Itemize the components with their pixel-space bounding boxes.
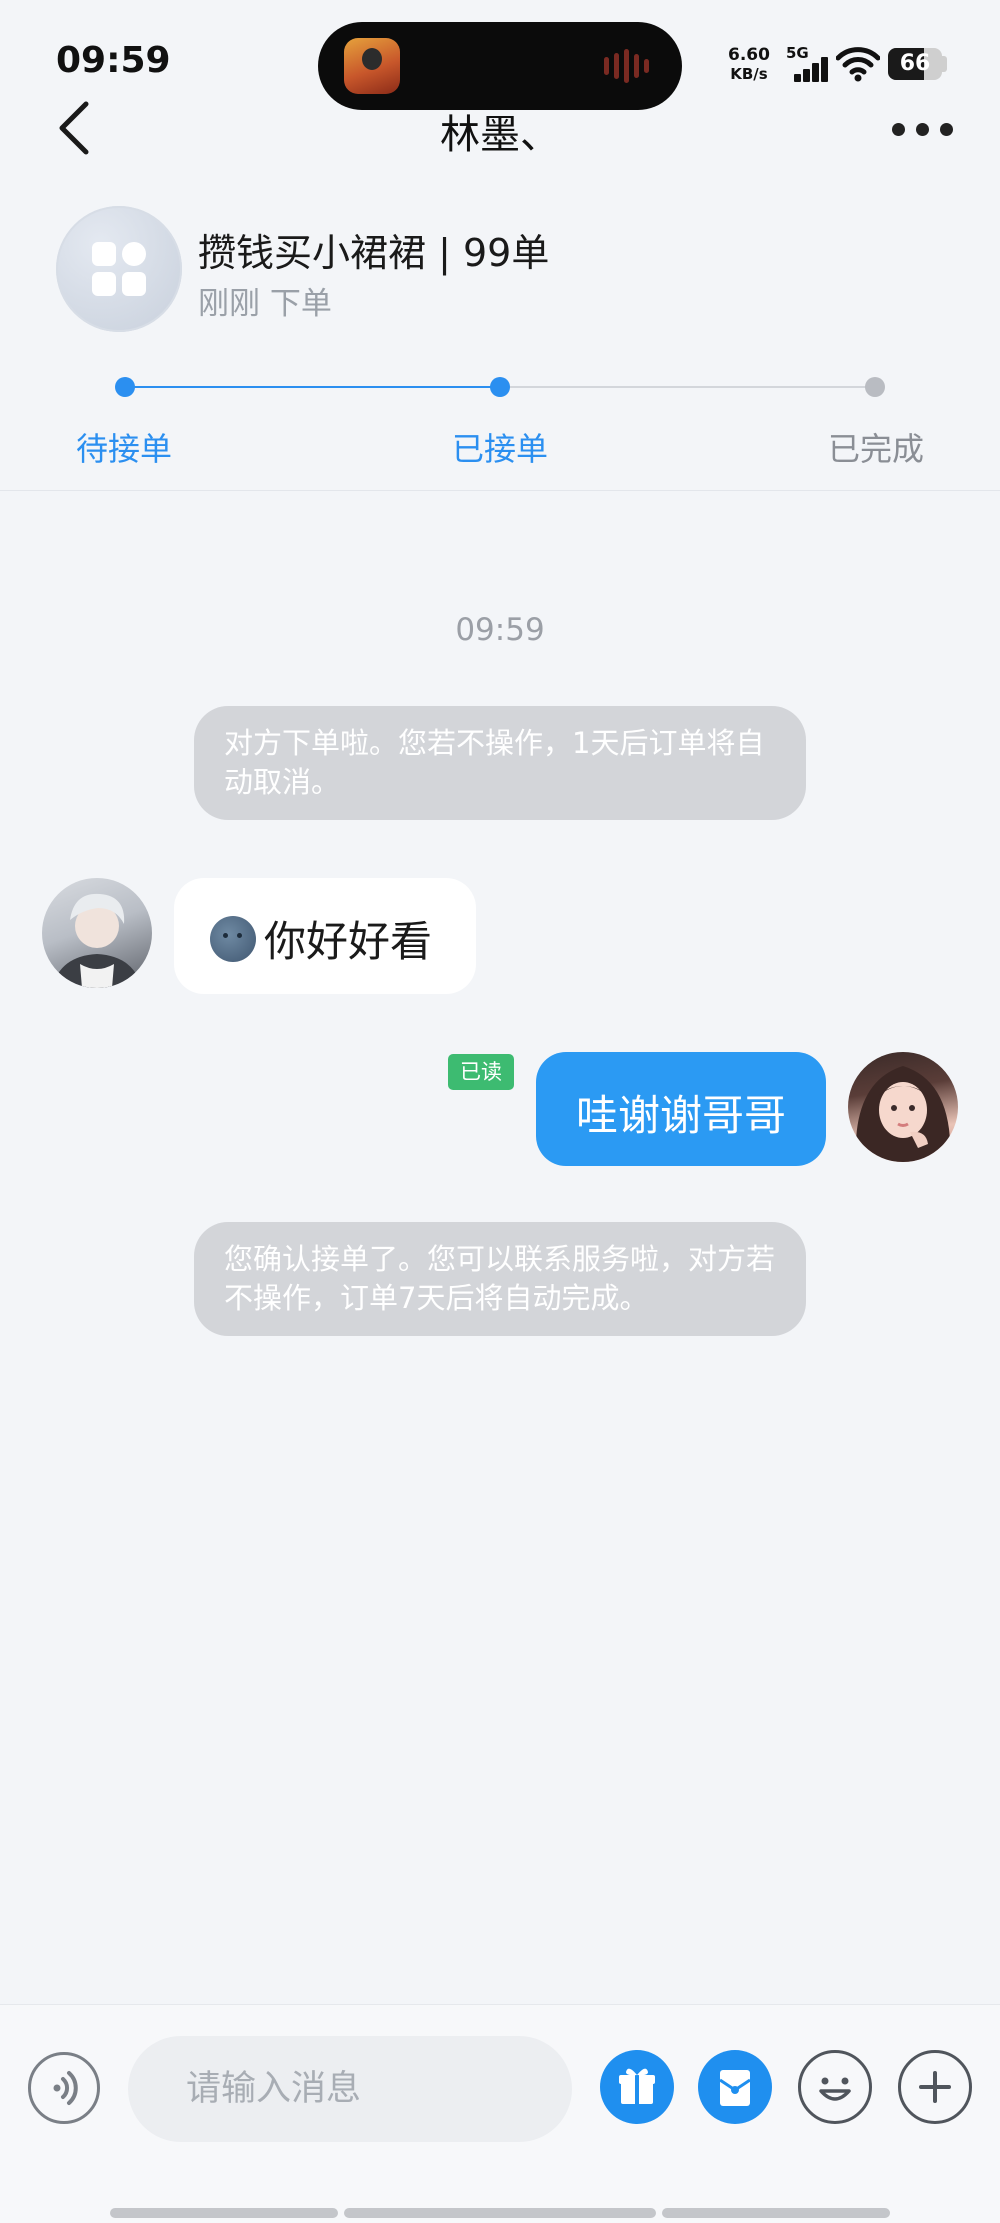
voice-icon <box>53 2071 78 2105</box>
my-avatar[interactable] <box>848 1052 958 1162</box>
system-message: 对方下单啦。您若不操作，1天后订单将自动取消。 <box>194 706 806 820</box>
step-accepted: 已接单 <box>452 430 549 468</box>
voice-button[interactable] <box>28 2052 100 2124</box>
battery-level: 66 <box>899 51 931 76</box>
order-time: 刚刚 下单 <box>198 286 332 322</box>
home-indicator[interactable] <box>110 2208 338 2218</box>
emoji-button[interactable] <box>798 2050 872 2124</box>
moon-face-emoji <box>210 916 256 962</box>
wifi-icon <box>835 46 881 82</box>
incoming-message-text: 你好好看 <box>264 917 433 966</box>
status-time: 09:59 <box>56 40 171 81</box>
dynamic-island <box>318 22 682 110</box>
battery-icon: 66 <box>888 48 942 80</box>
plus-icon <box>919 2071 951 2103</box>
battery-tip <box>942 56 947 72</box>
step-completed: 已完成 <box>828 430 925 468</box>
net-speed: 6.60 KB/s <box>728 45 770 84</box>
chevron-left-icon <box>59 101 89 155</box>
home-indicator[interactable] <box>344 2208 656 2218</box>
apps-grid-icon <box>56 206 182 332</box>
gift-button[interactable] <box>600 2050 674 2124</box>
incoming-message[interactable]: 你好好看 <box>174 878 476 994</box>
signal-icon <box>794 56 832 82</box>
step-pending: 待接单 <box>76 430 173 468</box>
more-button[interactable] <box>888 110 958 150</box>
progress-line-pending <box>500 386 876 388</box>
outgoing-message[interactable]: 哇谢谢哥哥 <box>536 1052 826 1166</box>
island-app-icon <box>344 38 400 94</box>
outgoing-message-text: 哇谢谢哥哥 <box>575 1091 786 1140</box>
page-title: 林墨、 <box>440 112 560 158</box>
more-dots-icon <box>892 123 905 136</box>
gift-icon <box>619 2068 655 2104</box>
home-indicator[interactable] <box>662 2208 890 2218</box>
red-packet-icon <box>719 2070 751 2106</box>
emoji-icon <box>819 2077 851 2101</box>
header-divider <box>0 490 1000 491</box>
progress-dot-1 <box>115 377 135 397</box>
red-packet-button[interactable] <box>698 2050 772 2124</box>
message-input[interactable] <box>128 2036 572 2142</box>
read-badge: 已读 <box>448 1054 514 1090</box>
avatar[interactable] <box>42 878 152 988</box>
plus-button[interactable] <box>898 2050 972 2124</box>
order-title[interactable]: 攒钱买小裙裙 | 99单 <box>198 222 549 277</box>
chat-timestamp: 09:59 <box>455 612 545 648</box>
system-message: 您确认接单了。您可以联系服务啦，对方若不操作，订单7天后将自动完成。 <box>194 1222 806 1336</box>
progress-line-done <box>124 386 500 388</box>
back-button[interactable] <box>52 96 100 160</box>
progress-dot-3 <box>865 377 885 397</box>
progress-dot-2 <box>490 377 510 397</box>
